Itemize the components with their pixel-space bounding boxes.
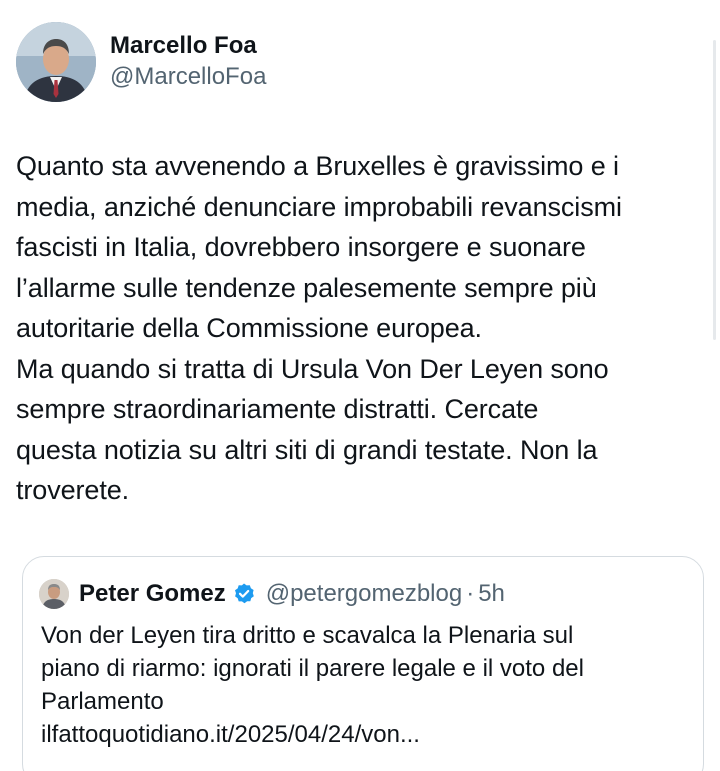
verified-badge-icon bbox=[234, 583, 254, 604]
quoted-article-link[interactable]: ilfattoquotidiano.it/2025/04/24/von... bbox=[41, 718, 584, 751]
quoted-author-display-name[interactable]: Peter Gomez bbox=[79, 580, 226, 608]
tweet: Marcello Foa @MarcelloFoa Quanto sta avv… bbox=[0, 0, 720, 771]
avatar-photo-icon bbox=[16, 22, 96, 102]
author-handle[interactable]: @MarcelloFoa bbox=[110, 61, 266, 93]
tweet-text: Quanto sta avvenendo a Bruxelles è gravi… bbox=[16, 146, 716, 511]
tweet-text-line: troverete. bbox=[16, 475, 130, 505]
author-avatar[interactable] bbox=[16, 22, 96, 102]
quoted-author-handle[interactable]: @petergomezblog bbox=[266, 580, 462, 608]
tweet-text-line: l’allarme sulle tendenze palesemente sem… bbox=[16, 272, 597, 303]
quoted-author-avatar[interactable] bbox=[39, 579, 69, 609]
quoted-text-line: piano di riarmo: ignorati il parere lega… bbox=[41, 655, 584, 682]
separator-dot: · bbox=[466, 580, 475, 607]
author-names: Marcello Foa @MarcelloFoa bbox=[110, 31, 266, 93]
quoted-tweet-header: Peter Gomez @petergomezblog · 5h bbox=[39, 579, 505, 609]
tweet-text-line: media, anziché denunciare improbabili re… bbox=[16, 191, 622, 222]
quoted-tweet-card[interactable]: Peter Gomez @petergomezblog · 5h Von der… bbox=[22, 556, 704, 771]
tweet-text-line: Quanto sta avvenendo a Bruxelles è gravi… bbox=[16, 151, 619, 181]
author-display-name[interactable]: Marcello Foa bbox=[110, 31, 266, 61]
quoted-text-line: Parlamento bbox=[41, 688, 164, 715]
quoted-text-line: Von der Leyen tira dritto e scavalca la … bbox=[41, 622, 574, 649]
scrollbar[interactable] bbox=[713, 40, 716, 340]
quoted-tweet-time[interactable]: 5h bbox=[478, 580, 505, 608]
tweet-text-line: autoritarie della Commissione europea. bbox=[16, 313, 482, 343]
tweet-text-line: Ma quando si tratta di Ursula Von Der Le… bbox=[16, 353, 609, 384]
tweet-text-line: questa notizia su altri siti di grandi t… bbox=[16, 434, 598, 465]
tweet-text-line: fascisti in Italia, dovrebbero insorgere… bbox=[16, 232, 586, 262]
quoted-tweet-text: Von der Leyen tira dritto e scavalca la … bbox=[41, 619, 584, 751]
tweet-text-line: sempre straordinariamente distratti. Cer… bbox=[16, 394, 539, 424]
tweet-header: Marcello Foa @MarcelloFoa bbox=[16, 22, 266, 102]
quoted-avatar-photo-icon bbox=[39, 579, 69, 609]
